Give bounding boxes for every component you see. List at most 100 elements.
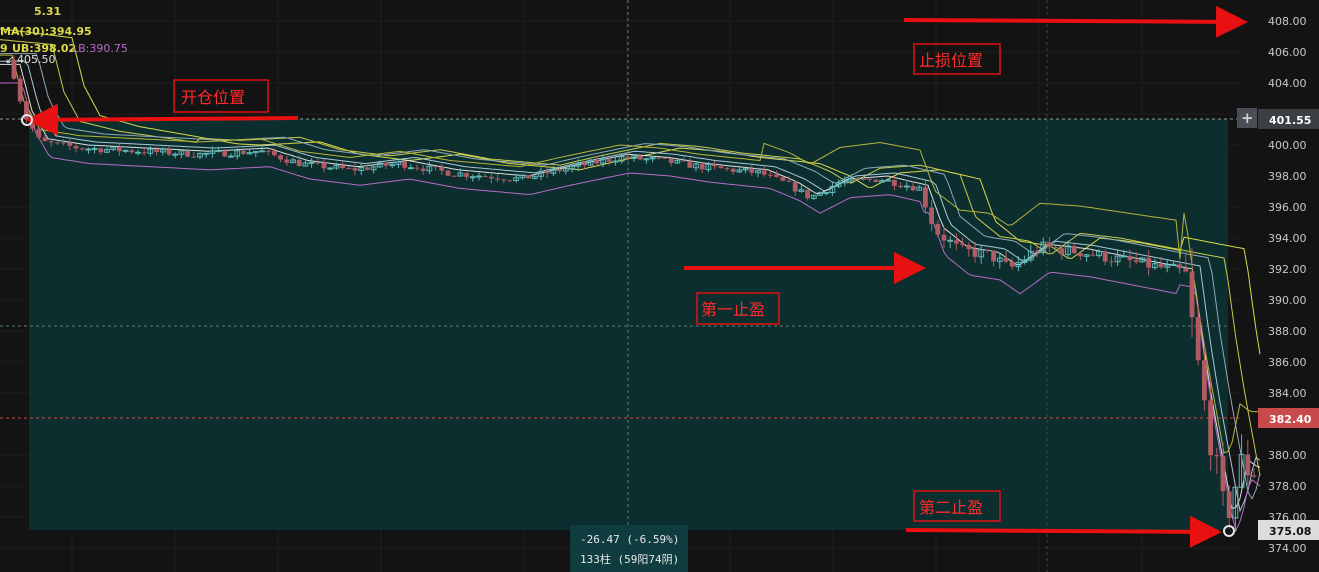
candle-body	[42, 137, 48, 142]
candle-body	[141, 152, 147, 154]
candle-body	[1078, 253, 1083, 257]
candle-body	[308, 161, 315, 164]
candle-body	[625, 156, 631, 159]
candle-body	[135, 151, 141, 154]
candle-body	[79, 148, 85, 150]
candle-body	[1120, 255, 1127, 258]
candle-body	[36, 128, 42, 138]
tp1-label: 第一止盈	[701, 300, 765, 319]
candle-body	[420, 168, 426, 171]
measure-bars-label: 133柱 (59阳74阴)	[580, 552, 679, 566]
candle-body	[407, 167, 414, 170]
entry-arrow-icon	[26, 103, 299, 136]
candle-body	[730, 168, 736, 172]
candle-body	[557, 169, 562, 171]
candle-body	[1226, 491, 1232, 518]
candle-body	[340, 165, 345, 169]
candle-body	[1251, 475, 1257, 477]
candle-body	[265, 150, 271, 152]
candle-body	[17, 78, 23, 102]
candle-body	[1102, 251, 1108, 262]
current-price-tag-label: 382.40	[1269, 413, 1312, 426]
y-tick-label: 384.00	[1268, 387, 1307, 400]
candle-body	[215, 149, 222, 152]
candle-body	[910, 186, 916, 191]
candle-body	[606, 159, 612, 162]
candle-body	[1059, 248, 1065, 255]
candle-body	[594, 160, 600, 164]
candle-body	[1195, 317, 1201, 361]
candle-body	[712, 164, 717, 167]
ma30-label: MA(30):394.95	[0, 25, 92, 38]
candle-body	[117, 146, 122, 152]
measure-stats: -26.47 (-6.59%) 133柱 (59阳74阴)	[570, 525, 688, 572]
candle-body	[1127, 255, 1133, 261]
candle-body	[365, 167, 370, 170]
indicator-value-1: 5.31	[34, 5, 61, 18]
candle-body	[1183, 268, 1189, 272]
candle-body	[544, 171, 550, 174]
price-axis: 408.00406.00404.00402.00400.00398.00396.…	[1268, 15, 1307, 555]
candle-body	[464, 173, 469, 177]
candle-body	[185, 150, 190, 157]
candle-body	[768, 174, 773, 176]
candle-body	[637, 155, 643, 160]
candle-body	[898, 185, 903, 188]
y-tick-label: 408.00	[1268, 15, 1307, 28]
candle-body	[1071, 245, 1077, 254]
y-tick-label: 380.00	[1268, 449, 1307, 462]
candle-body	[960, 243, 965, 245]
candle-body	[154, 149, 159, 152]
candle-body	[966, 244, 972, 250]
candle-body	[662, 157, 668, 159]
candle-body	[867, 178, 872, 180]
candle-body	[489, 176, 494, 179]
candle-body	[823, 192, 830, 195]
indicator-legend: 5.31 MA(30):394.95 9 UB:398.02 LB:390.75…	[0, 5, 128, 66]
candle-body	[681, 160, 686, 162]
candle-body	[203, 152, 210, 155]
candle-body	[98, 148, 104, 153]
candle-body	[1146, 257, 1151, 268]
candle-body	[48, 141, 54, 143]
price-chart[interactable]: 408.00406.00404.00402.00400.00398.00396.…	[0, 0, 1319, 572]
stop-loss-arrow-icon	[903, 5, 1248, 38]
candle-body	[445, 170, 451, 176]
stop-loss-label: 止损位置	[919, 51, 983, 70]
y-tick-label: 374.00	[1268, 542, 1307, 555]
candle-body	[482, 176, 488, 178]
candle-body	[774, 174, 779, 177]
candle-body	[718, 166, 724, 169]
candle-body	[122, 149, 129, 152]
candle-body	[222, 150, 228, 157]
candle-body	[861, 178, 866, 180]
candle-body	[1214, 455, 1220, 457]
candle-body	[414, 167, 420, 169]
y-tick-label: 396.00	[1268, 201, 1307, 214]
candle-body	[67, 142, 73, 146]
candle-body	[1202, 360, 1207, 401]
boll-lower-label: LB:390.75	[72, 42, 128, 55]
candle-body	[1208, 400, 1213, 456]
candle-body	[352, 168, 358, 171]
candle-body	[1109, 261, 1114, 263]
tp2-arrow-icon	[905, 515, 1222, 548]
candle-body	[296, 159, 302, 167]
candle-body	[166, 149, 172, 155]
candle-body	[1034, 251, 1040, 253]
candle-body	[55, 142, 60, 144]
candle-body	[73, 145, 79, 149]
candle-body	[439, 167, 445, 171]
candle-body	[947, 239, 954, 242]
last-price-arrow-icon: ↙	[5, 53, 14, 66]
candle-body	[1158, 263, 1164, 268]
candle-body	[91, 147, 98, 150]
candle-body	[892, 180, 897, 186]
candle-body	[61, 142, 66, 144]
candle-body	[321, 162, 327, 169]
candle-body	[1090, 254, 1096, 256]
candle-body	[854, 178, 860, 180]
candle-body	[1133, 260, 1139, 262]
candle-body	[582, 163, 587, 166]
candle-body	[1047, 242, 1052, 248]
